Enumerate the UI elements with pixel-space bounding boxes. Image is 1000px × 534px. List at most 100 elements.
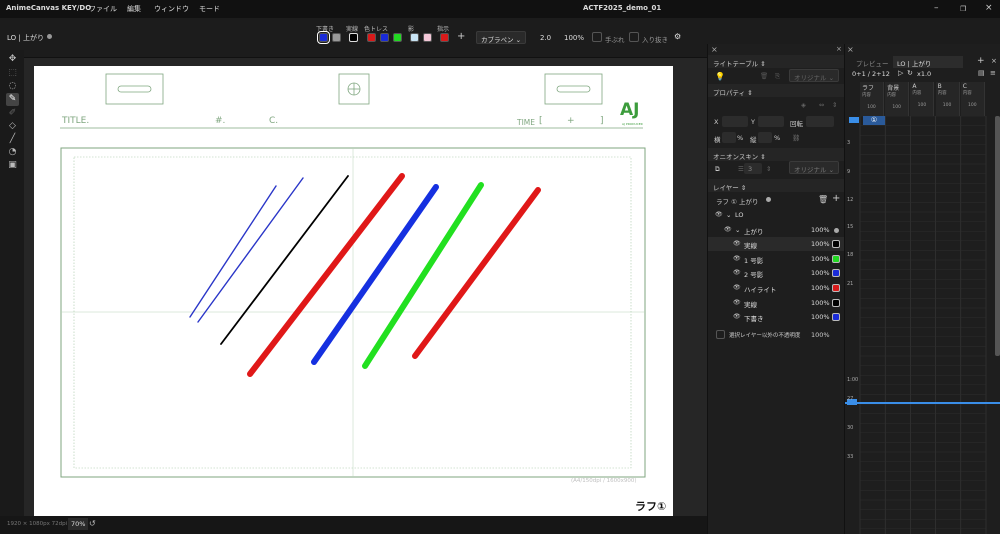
fill-tool-icon[interactable]: ◔ xyxy=(6,146,19,159)
add-layer-button[interactable]: + xyxy=(832,193,840,204)
layer-color-swatch[interactable] xyxy=(834,227,839,233)
timeline-scrollbar[interactable] xyxy=(995,116,1000,356)
folder-chevron-icon[interactable]: ⌄ xyxy=(726,211,731,219)
pen-tool-icon[interactable]: ✎ xyxy=(6,93,19,106)
settings-gear-icon[interactable]: ⚙ xyxy=(674,32,681,41)
flip-icon[interactable]: ⇔ xyxy=(819,101,824,109)
swatch-shadow-lightblue[interactable] xyxy=(410,33,419,42)
other-layer-opacity-value[interactable]: 100% xyxy=(811,331,830,339)
timeline-column-header[interactable]: ラフ 内容 100 xyxy=(860,82,884,116)
layer-color-swatch[interactable] xyxy=(832,254,840,263)
layer-row[interactable]: 👁 ⌄ LO xyxy=(708,208,845,222)
lighttable-header[interactable]: ライトテーブル ⇕ xyxy=(708,55,845,68)
prop-y-field[interactable] xyxy=(758,116,784,127)
pressure-checkbox[interactable] xyxy=(629,32,639,42)
layer-color-swatch[interactable] xyxy=(832,240,840,249)
line-tool-icon[interactable]: ╱ xyxy=(6,133,19,146)
visibility-eye-icon[interactable]: 👁 xyxy=(733,284,741,291)
timeline-column-header[interactable]: B 内容 100 xyxy=(935,82,960,116)
layer-opacity[interactable]: 100% xyxy=(811,313,830,321)
add-tab-button[interactable]: + xyxy=(977,56,985,66)
layer-color-swatch[interactable] xyxy=(832,298,840,307)
add-swatch-button[interactable]: + xyxy=(457,31,465,42)
layer-row[interactable]: 👁 2 号影 100% xyxy=(708,266,845,280)
layer-color-swatch[interactable] xyxy=(832,269,840,278)
lasso-tool-icon[interactable]: ◌ xyxy=(6,80,19,93)
swatch-trace-blue[interactable] xyxy=(380,33,389,42)
brush-size[interactable]: 2.0 xyxy=(540,34,551,42)
layer-opacity[interactable]: 100% xyxy=(811,255,830,263)
layer-color-swatch[interactable] xyxy=(832,313,840,322)
export-icon[interactable]: ▤ xyxy=(978,69,985,77)
flip-v-icon[interactable]: ⇕ xyxy=(832,101,837,109)
layer-row[interactable]: 👁 1 号影 100% xyxy=(708,252,845,266)
onion-count[interactable]: 3 xyxy=(744,163,762,174)
panel-close-icon[interactable]: × xyxy=(711,45,718,54)
current-cell[interactable]: ① xyxy=(863,116,885,125)
timeline-column-header[interactable]: 背景 内容 100 xyxy=(885,82,910,116)
stepper-icon[interactable]: ⇕ xyxy=(766,165,771,173)
swatch-line-black[interactable] xyxy=(349,33,358,42)
properties-header[interactable]: プロパティ ⇕ xyxy=(708,84,845,97)
prop-rotate-field[interactable] xyxy=(806,116,834,127)
layer-opacity[interactable]: 100% xyxy=(811,240,830,248)
onion-toggle-icon[interactable]: ⧉ xyxy=(715,165,720,174)
eraser-tool-icon[interactable]: ◇ xyxy=(6,120,19,133)
brush-tool-icon[interactable]: ✐ xyxy=(6,107,19,120)
move-tool-icon[interactable]: ✥ xyxy=(6,53,19,66)
timeline-grid[interactable] xyxy=(845,116,1000,534)
link-icon[interactable]: ⛓ xyxy=(792,134,800,142)
reset-zoom-icon[interactable]: ↺ xyxy=(89,519,96,528)
prop-height-field[interactable] xyxy=(758,132,772,143)
timeline-column-header[interactable]: C 内容 100 xyxy=(960,82,985,116)
align-icon[interactable]: ◈ xyxy=(801,101,806,109)
tab-preview[interactable]: プレビュー xyxy=(852,56,893,68)
menu-file[interactable]: ファイル xyxy=(89,4,117,14)
lightbulb-icon[interactable]: 💡 xyxy=(715,72,725,81)
close-icon[interactable]: × xyxy=(985,3,993,13)
visibility-eye-icon[interactable]: 👁 xyxy=(733,269,741,276)
swatch-trace-green[interactable] xyxy=(393,33,402,42)
panel-close-right-icon[interactable]: × xyxy=(836,45,842,53)
layer-row[interactable]: 👁 実線 100% xyxy=(708,237,845,252)
playhead-marker-icon[interactable] xyxy=(849,117,859,123)
delete-layer-icon[interactable]: 🗑 xyxy=(818,195,828,204)
timeline-close-icon[interactable]: × xyxy=(847,45,854,54)
loop-icon[interactable]: ↻ xyxy=(907,69,913,77)
layer-row[interactable]: 👁 ハイライト 100% xyxy=(708,281,845,295)
other-layer-opacity-checkbox[interactable] xyxy=(716,330,725,339)
lighttable-dropdown[interactable]: オリジナル ⌄ xyxy=(789,69,839,82)
menu-icon[interactable]: ≡ xyxy=(990,69,996,77)
layer-opacity[interactable]: 100% xyxy=(811,299,830,307)
layer-opacity[interactable]: 100% xyxy=(811,269,830,277)
visibility-eye-icon[interactable]: 👁 xyxy=(733,255,741,262)
menu-window[interactable]: ウィンドウ xyxy=(154,4,189,14)
swatch-trace-red[interactable] xyxy=(367,33,376,42)
layer-color-swatch[interactable] xyxy=(832,284,840,292)
layer-row[interactable]: 👁 ⌄ 上がり 100% xyxy=(708,223,845,237)
layers-header[interactable]: レイヤー ⇕ xyxy=(708,179,845,192)
select-tool-icon[interactable]: ⬚ xyxy=(6,67,19,80)
prop-width-field[interactable] xyxy=(722,132,736,143)
folder-chevron-icon[interactable]: ⌄ xyxy=(735,226,740,234)
layer-row[interactable]: 👁 下書き 100% xyxy=(708,310,845,324)
tab-layer[interactable]: LO | 上がり xyxy=(893,56,963,68)
maximize-icon[interactable]: ❐ xyxy=(960,5,966,13)
onion-dropdown[interactable]: オリジナル ⌄ xyxy=(789,161,839,174)
swatch-draft-gray[interactable] xyxy=(332,33,341,42)
layout-paper[interactable]: TITLE. #. C. TIME [ + ] AJ AJ PRODUCER (… xyxy=(34,66,673,516)
image-tool-icon[interactable]: ▣ xyxy=(6,159,19,172)
menu-mode[interactable]: モード xyxy=(199,4,220,14)
layer-opacity[interactable]: 100% xyxy=(811,284,830,292)
swatch-instruction-red[interactable] xyxy=(440,33,449,42)
timeline-column-header[interactable]: A 内容 100 xyxy=(910,82,935,116)
visibility-eye-icon[interactable]: 👁 xyxy=(733,313,741,320)
paper-drawing[interactable] xyxy=(34,66,673,516)
layer-row[interactable]: 👁 実線 100% xyxy=(708,296,845,310)
swatch-draft-blue[interactable] xyxy=(317,31,330,44)
zoom-level[interactable]: 70% xyxy=(68,518,89,530)
minimize-icon[interactable]: – xyxy=(934,3,939,13)
visibility-eye-icon[interactable]: 👁 xyxy=(733,240,741,247)
brush-select[interactable]: カブラペン ⌄ xyxy=(476,31,526,44)
brush-opacity[interactable]: 100% xyxy=(564,34,584,42)
